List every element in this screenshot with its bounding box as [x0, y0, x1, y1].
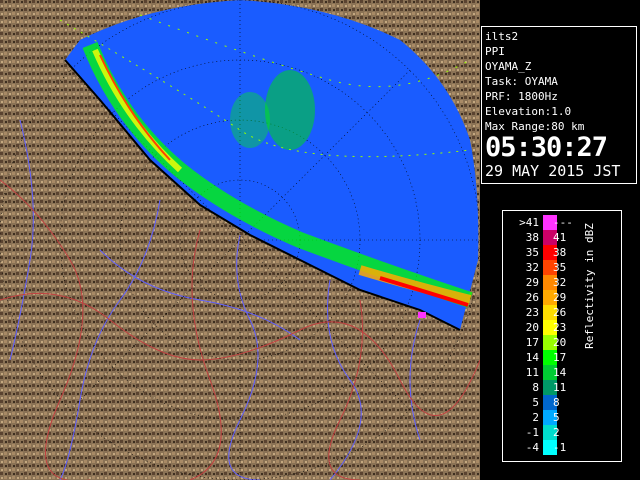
- product-name: ilts2: [485, 30, 519, 43]
- legend-high: 8: [553, 396, 560, 409]
- field-name: OYAMA_Z: [485, 60, 532, 73]
- legend-low: 38: [525, 231, 539, 244]
- legend-low: -1: [525, 426, 539, 439]
- legend-low: >41: [519, 216, 539, 229]
- legend-high: 5: [553, 411, 560, 424]
- legend-high: 11: [553, 381, 567, 394]
- legend-low: 32: [525, 261, 539, 274]
- scan-info-panel: ilts2 PPI OYAMA_Z Task: OYAMA PRF: 1800H…: [481, 26, 637, 184]
- legend-row: 26 29: [503, 290, 593, 305]
- reflectivity-legend: >41 --- 38 41 35 38 32 35 29 32 26 29 23 26 20 23 17 20 14…: [502, 210, 622, 462]
- legend-low: 20: [525, 321, 539, 334]
- legend-row: 38 41: [503, 230, 593, 245]
- legend-high: -1: [553, 441, 567, 454]
- legend-row: 25: [503, 410, 593, 425]
- legend-row: 17 20: [503, 335, 593, 350]
- elevation-value: Elevation:1.0: [485, 105, 572, 118]
- legend-row: 8 11: [503, 380, 593, 395]
- legend-low: 17: [525, 336, 539, 349]
- legend-row: >41 ---: [503, 215, 593, 230]
- legend-row: 35 38: [503, 245, 593, 260]
- legend-high: 2: [553, 426, 560, 439]
- scan-date: 29 MAY 2015 JST: [485, 162, 621, 180]
- legend-high: 14: [553, 366, 567, 379]
- task-name: Task: OYAMA: [485, 75, 558, 88]
- legend-title: Reflectivity in dBZ: [583, 223, 596, 349]
- scan-time: 05:30:27: [485, 132, 608, 163]
- legend-row: 58: [503, 395, 593, 410]
- legend-row: 29 32: [503, 275, 593, 290]
- legend-low: 14: [525, 351, 539, 364]
- radar-ppi-map[interactable]: [0, 0, 480, 480]
- legend-row: 14 17: [503, 350, 593, 365]
- legend-low: 29: [525, 276, 539, 289]
- prf-value: PRF: 1800Hz: [485, 90, 558, 103]
- legend-row: 20 23: [503, 320, 593, 335]
- legend-row: -4 -1: [503, 440, 593, 455]
- legend-row: 32 35: [503, 260, 593, 275]
- legend-low: 5: [532, 396, 539, 409]
- legend-row: 23 26: [503, 305, 593, 320]
- legend-row: -1 2: [503, 425, 593, 440]
- scan-mode: PPI: [485, 45, 505, 58]
- legend-low: 26: [525, 291, 539, 304]
- legend-row: 11 14: [503, 365, 593, 380]
- legend-low: 8: [532, 381, 539, 394]
- legend-low: -4: [525, 441, 539, 454]
- legend-low: 2: [532, 411, 539, 424]
- legend-low: 35: [525, 246, 539, 259]
- legend-low: 23: [525, 306, 539, 319]
- legend-low: 11: [525, 366, 539, 379]
